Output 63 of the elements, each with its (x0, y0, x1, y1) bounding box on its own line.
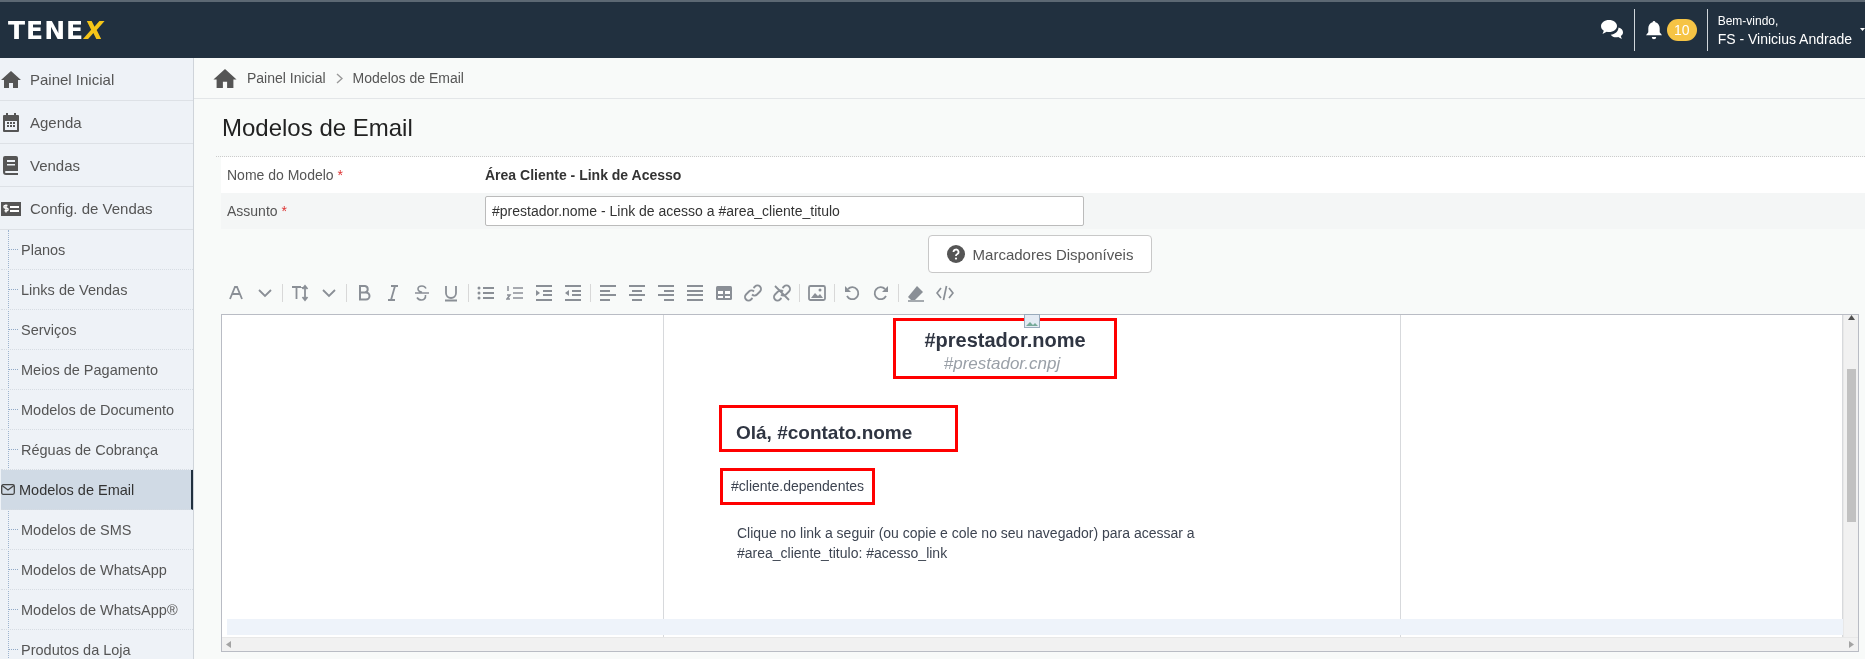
email-paragraph: #cliente.dependentes (731, 478, 865, 494)
link-icon[interactable] (744, 284, 762, 302)
envelope-icon (1, 484, 15, 495)
sidebar-subitem[interactable]: Produtos da Loja (1, 630, 193, 659)
provider-id-text: #prestador.cnpj (943, 354, 1061, 374)
question-icon (946, 245, 965, 263)
subject-field[interactable]: #prestador.nome - Link de acesso a #area_cliente_titulo (485, 196, 1084, 226)
sidebar-subitem[interactable]: Modelos de SMS (1, 510, 193, 550)
vertical-scrollbar[interactable] (1843, 315, 1858, 637)
sidebar-subitem[interactable]: Links de Vendas (1, 270, 193, 310)
code-icon[interactable] (936, 284, 954, 302)
provider-name-text: #prestador.nome (924, 329, 1086, 352)
sidebar-subitem[interactable]: Meios de Pagamento (1, 350, 193, 390)
sidebar-subitem[interactable]: Modelos de Documento (1, 390, 193, 430)
outdent-icon[interactable] (564, 284, 582, 302)
chevron-right-icon (335, 72, 343, 84)
calendar-icon (0, 111, 22, 133)
justify-icon[interactable] (686, 284, 704, 302)
sidebar-subitem[interactable]: Planos (1, 230, 193, 270)
align-left-icon[interactable] (599, 284, 617, 302)
sidebar-subitem[interactable]: Serviços (1, 310, 193, 350)
undo-icon[interactable] (843, 284, 861, 302)
home-icon[interactable] (213, 67, 237, 89)
scroll-up-icon[interactable] (1847, 315, 1855, 320)
redo-icon[interactable] (872, 284, 890, 302)
numbered-list-icon[interactable] (506, 284, 524, 302)
sidebar-subitem[interactable]: Modelos de WhatsApp® (1, 590, 193, 630)
unlink-icon[interactable] (773, 284, 791, 302)
field-label: Nome do Modelo * (227, 167, 344, 183)
sidebar-subitem[interactable]: Modelos de WhatsApp (1, 550, 193, 590)
scroll-left-icon[interactable] (226, 641, 231, 648)
sidebar-item[interactable]: Vendas (0, 144, 193, 187)
greeting-heading: Olá, #contato.nome (736, 422, 913, 444)
scroll-right-icon[interactable] (1849, 641, 1854, 648)
breadcrumb-link[interactable]: Painel Inicial (247, 70, 326, 86)
align-right-icon[interactable] (657, 284, 675, 302)
font-size-icon[interactable] (291, 284, 309, 302)
eraser-icon[interactable] (907, 284, 925, 302)
underline-icon[interactable] (442, 284, 460, 302)
font-color-icon[interactable] (227, 284, 245, 302)
sidebar-item[interactable]: Painel Inicial (0, 58, 193, 101)
field-label: Assunto * (227, 203, 288, 219)
broken-image-icon (1024, 314, 1040, 328)
field-value: Área Cliente - Link de Acesso (485, 167, 682, 183)
horizontal-scrollbar[interactable] (222, 637, 1858, 651)
sidebar-subitem[interactable]: Modelos de Email (1, 470, 193, 510)
image-icon[interactable] (808, 284, 826, 302)
indent-icon[interactable] (535, 284, 553, 302)
table-icon[interactable] (715, 284, 733, 302)
user-name[interactable]: FS - Vinicius Andrade (1717, 30, 1852, 47)
breadcrumb-link[interactable]: Modelos de Email (352, 70, 464, 86)
strikethrough-icon[interactable] (413, 284, 431, 302)
email-paragraph: Clique no link a seguir (ou copie e cole no seu navegador) para acessar a #area_cliente_titulo: #acesso_link (737, 525, 1195, 561)
sidebar-item[interactable]: Config. de Vendas (0, 187, 193, 230)
logo[interactable]: TENEX (8, 15, 105, 45)
chat-icon[interactable] (1600, 19, 1625, 41)
greeting-text: Bem-vindo, (1717, 13, 1780, 28)
bell-icon[interactable] (1645, 20, 1664, 40)
markers-button[interactable]: Marcadores Disponíveis (927, 235, 1153, 273)
bullet-list-icon[interactable] (477, 284, 495, 302)
sidebar-item[interactable]: Agenda (0, 101, 193, 144)
home-icon (0, 68, 22, 90)
align-center-icon[interactable] (628, 284, 646, 302)
